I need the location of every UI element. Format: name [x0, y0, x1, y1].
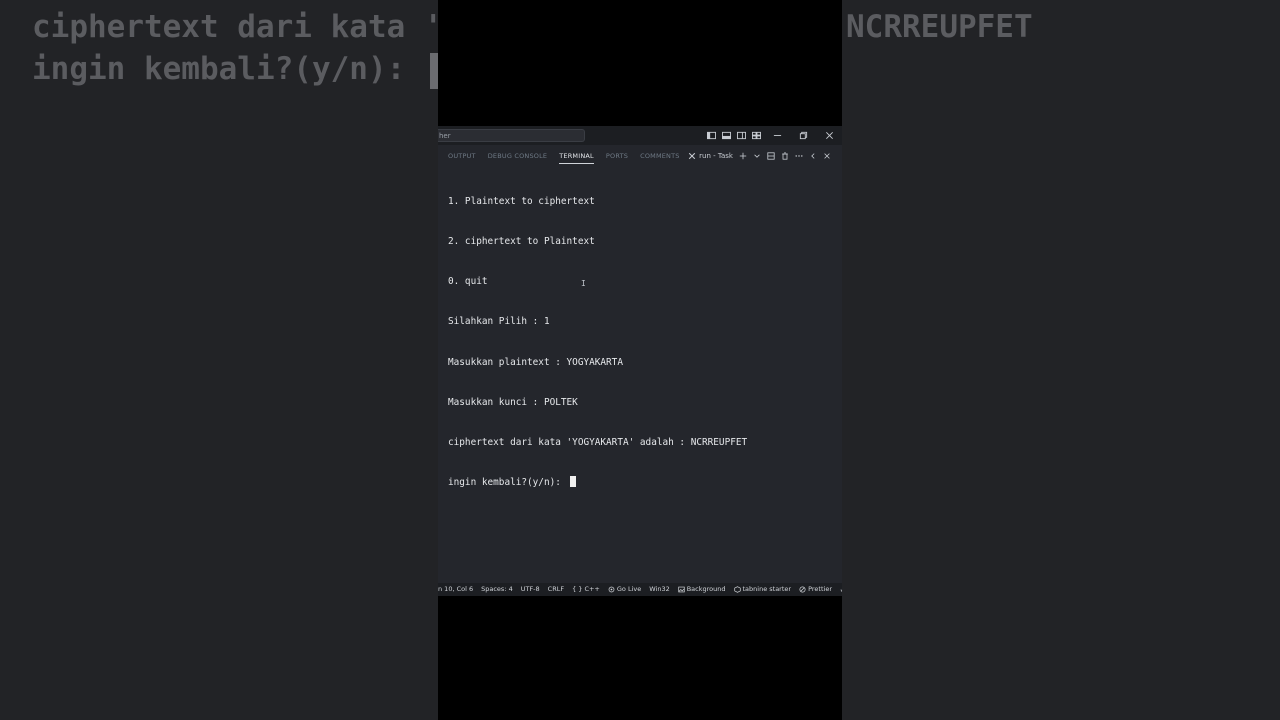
more-actions-icon[interactable]	[792, 145, 806, 167]
notifications-icon[interactable]	[836, 583, 842, 596]
background-right-line-1: NCRREUPFET	[846, 9, 1033, 45]
status-prettier-label: Prettier	[808, 585, 833, 593]
status-platform[interactable]: Win32	[645, 583, 673, 596]
status-golive-label: Go Live	[616, 585, 642, 593]
tools-icon	[688, 152, 696, 160]
tab-comments[interactable]: COMMENTS	[634, 145, 686, 167]
braces-icon: { }	[572, 585, 583, 593]
toggle-secondary-sidebar-icon[interactable]	[734, 126, 749, 145]
status-indentation[interactable]: Spaces: 4	[477, 583, 517, 596]
status-background[interactable]: Background	[674, 583, 730, 596]
title-bar-actions	[704, 126, 842, 145]
tab-output[interactable]: OUTPUT	[438, 145, 482, 167]
terminal-cursor	[569, 476, 576, 488]
toggle-panel-icon[interactable]	[719, 126, 734, 145]
background-left-panel: ciphertext dari kata ' ingin kembali?(y/…	[0, 0, 438, 720]
status-prettier[interactable]: Prettier	[795, 583, 836, 596]
split-terminal-icon[interactable]	[764, 145, 778, 167]
status-encoding[interactable]: UTF-8	[517, 583, 544, 596]
background-left-line-1: ciphertext dari kata '	[32, 9, 438, 45]
new-terminal-icon[interactable]	[736, 145, 750, 167]
restore-icon[interactable]	[790, 126, 816, 145]
terminal-prompt-line: ingin kembali?(y/n):	[448, 476, 838, 489]
status-tabnine-label: tabnine starter	[742, 585, 792, 593]
status-language-label: C++	[584, 585, 600, 593]
background-right-panel: NCRREUPFET	[842, 0, 1280, 720]
broadcast-icon	[608, 586, 615, 593]
chevron-down-icon[interactable]	[750, 145, 764, 167]
close-panel-icon[interactable]	[820, 145, 834, 167]
panel-actions: run - Task	[685, 145, 834, 167]
tab-ports[interactable]: PORTS	[600, 145, 634, 167]
image-icon	[678, 586, 685, 593]
terminal-line: ciphertext dari kata 'YOGYAKARTA' adalah…	[448, 437, 748, 449]
chevron-left-icon[interactable]	[806, 145, 820, 167]
terminal-line: Silahkan Pilih : 1	[448, 316, 550, 328]
background-cursor	[429, 52, 438, 89]
terminal-line: 0. quit	[448, 276, 488, 288]
title-bar: her	[438, 126, 842, 145]
status-golive[interactable]: Go Live	[604, 583, 645, 596]
tab-terminal[interactable]: TERMINAL	[553, 145, 600, 167]
terminal-line: 1. Plaintext to ciphertext	[448, 195, 595, 207]
terminal-prompt: ingin kembali?(y/n):	[448, 477, 567, 489]
status-background-label: Background	[686, 585, 726, 593]
command-center-search[interactable]: her	[438, 129, 585, 142]
status-bar: n 10, Col 6 Spaces: 4 UTF-8 CRLF { } C++ …	[438, 583, 842, 596]
status-language[interactable]: { } C++	[568, 583, 604, 596]
status-eol[interactable]: CRLF	[544, 583, 568, 596]
tabnine-icon	[733, 586, 741, 593]
terminal-task-selector[interactable]: run - Task	[685, 145, 736, 167]
status-tabnine[interactable]: tabnine starter	[730, 583, 796, 596]
background-right-text: NCRREUPFET	[846, 6, 1033, 48]
background-left-line-2: ingin kembali?(y/n):	[32, 51, 424, 87]
terminal-line: Masukkan plaintext : YOGYAKARTA	[448, 356, 623, 368]
task-label: run - Task	[699, 152, 733, 160]
terminal-line: Masukkan kunci : POLTEK	[448, 396, 578, 408]
terminal-output[interactable]: 1. Plaintext to ciphertext 2. ciphertext…	[448, 168, 838, 516]
minimize-icon[interactable]	[764, 126, 790, 145]
terminal-line: 2. ciphertext to Plaintext	[448, 236, 595, 248]
close-window-icon[interactable]	[816, 126, 842, 145]
toggle-primary-sidebar-icon[interactable]	[704, 126, 719, 145]
customize-layout-icon[interactable]	[749, 126, 764, 145]
trash-icon[interactable]	[778, 145, 792, 167]
prettier-icon	[799, 586, 806, 593]
search-text: her	[439, 132, 451, 140]
background-left-text: ciphertext dari kata ' ingin kembali?(y/…	[32, 6, 438, 90]
mouse-ibeam-cursor: I	[581, 279, 586, 288]
tab-debug-console[interactable]: DEBUG CONSOLE	[482, 145, 554, 167]
status-cursor-position[interactable]: n 10, Col 6	[438, 583, 477, 596]
vscode-window: her OUTPUT DEBUG CONSOLE TERMINAL PORTS …	[438, 126, 842, 596]
